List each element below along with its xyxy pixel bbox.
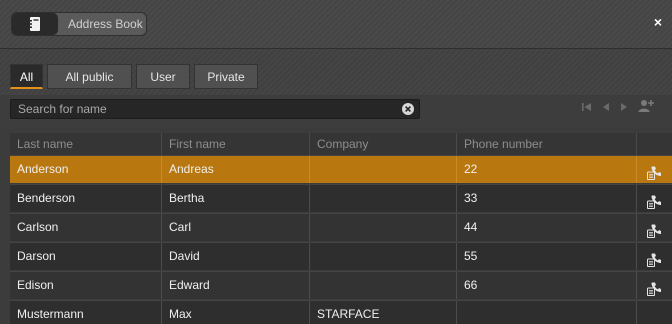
cell-phone-number: 44	[457, 214, 637, 241]
title-pill: Address Book	[11, 12, 147, 36]
cell-phone-number: 33	[457, 185, 637, 212]
cell-company	[310, 214, 457, 241]
call-contact-icon[interactable]	[647, 250, 661, 270]
cell-action	[637, 156, 672, 183]
cell-company: STARFACE	[310, 301, 457, 324]
call-contact-icon[interactable]	[647, 221, 661, 241]
search-input[interactable]	[11, 100, 408, 118]
close-icon[interactable]: ×	[654, 14, 662, 30]
cell-phone-number: 22	[457, 156, 637, 183]
cell-company	[310, 272, 457, 299]
cell-last-name: Anderson	[10, 156, 162, 183]
call-contact-icon[interactable]	[647, 192, 661, 212]
next-page-icon[interactable]	[620, 101, 628, 115]
table-row[interactable]: Darson David 55	[10, 242, 672, 270]
clear-search-icon[interactable]	[402, 103, 414, 118]
tab-all[interactable]: All	[10, 64, 43, 89]
pager	[582, 99, 662, 117]
column-header-first-name[interactable]: First name	[162, 133, 310, 155]
table-header: Last name First name Company Phone numbe…	[10, 133, 672, 155]
cell-first-name: Andreas	[162, 156, 310, 183]
cell-phone-number	[457, 301, 637, 324]
cell-company	[310, 243, 457, 270]
table-row[interactable]: Benderson Bertha 33	[10, 184, 672, 212]
table-row[interactable]: Edison Edward 66	[10, 271, 672, 299]
title-bar: Address Book ×	[0, 0, 672, 49]
cell-company	[310, 185, 457, 212]
column-header-company[interactable]: Company	[310, 133, 457, 155]
add-contact-icon[interactable]	[638, 99, 654, 116]
address-book-window: Address Book × All All public User Priva…	[0, 0, 672, 324]
search-box	[10, 99, 420, 119]
cell-action	[637, 243, 672, 270]
cell-last-name: Benderson	[10, 185, 162, 212]
cell-action	[637, 185, 672, 212]
first-page-icon[interactable]	[582, 101, 592, 115]
window-title: Address Book	[68, 17, 143, 31]
cell-first-name: Bertha	[162, 185, 310, 212]
cell-first-name: Carl	[162, 214, 310, 241]
cell-action	[637, 214, 672, 241]
table-row[interactable]: Anderson Andreas 22	[10, 155, 672, 183]
call-contact-icon[interactable]	[647, 163, 661, 183]
cell-last-name: Darson	[10, 243, 162, 270]
column-header-actions	[637, 133, 672, 155]
cell-first-name: David	[162, 243, 310, 270]
search-row	[0, 96, 672, 122]
cell-action	[637, 301, 672, 324]
column-header-last-name[interactable]: Last name	[10, 133, 162, 155]
previous-page-icon[interactable]	[602, 101, 610, 115]
call-contact-icon[interactable]	[647, 279, 661, 299]
tab-bar: All All public User Private	[0, 49, 672, 95]
tab-user[interactable]: User	[136, 64, 190, 89]
table-row[interactable]: Carlson Carl 44	[10, 213, 672, 241]
cell-action	[637, 272, 672, 299]
cell-company	[310, 156, 457, 183]
table-row[interactable]: Mustermann Max STARFACE	[10, 300, 672, 324]
cell-first-name: Max	[162, 301, 310, 324]
address-book-icon	[12, 13, 58, 35]
cell-phone-number: 66	[457, 272, 637, 299]
cell-last-name: Edison	[10, 272, 162, 299]
cell-last-name: Mustermann	[10, 301, 162, 324]
cell-last-name: Carlson	[10, 214, 162, 241]
cell-first-name: Edward	[162, 272, 310, 299]
column-header-phone-number[interactable]: Phone number	[457, 133, 637, 155]
tab-private[interactable]: Private	[194, 64, 258, 89]
cell-phone-number: 55	[457, 243, 637, 270]
tab-all-public[interactable]: All public	[47, 64, 132, 89]
